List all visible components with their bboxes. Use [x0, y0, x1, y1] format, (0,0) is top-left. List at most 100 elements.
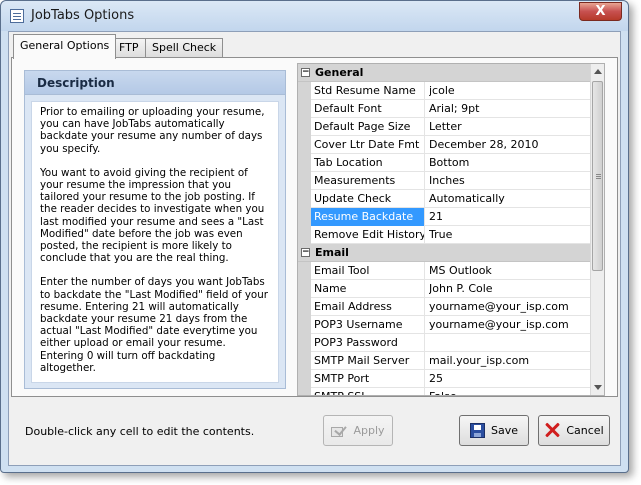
property-value[interactable]: yourname@your_isp.com [429, 298, 590, 316]
property-value[interactable]: 21 [429, 208, 590, 226]
property-value[interactable]: December 28, 2010 [429, 136, 590, 154]
row-gutter [298, 154, 311, 172]
property-value[interactable]: Bottom [429, 154, 590, 172]
property-value[interactable]: True [429, 226, 590, 244]
dialog-client: General Options FTP Spell Check Descript… [8, 31, 621, 466]
row-gutter [298, 208, 311, 226]
description-paragraph: Enter the number of days you want JobTab… [40, 276, 268, 374]
category-email[interactable]: − Email [298, 244, 604, 262]
cancel-icon [544, 422, 560, 438]
apply-button[interactable]: Apply [323, 415, 393, 446]
row-gutter [298, 118, 311, 136]
category-label: General [315, 66, 364, 79]
title-bar[interactable]: JobTabs Options X [1, 1, 628, 31]
collapse-icon[interactable]: − [301, 68, 310, 77]
property-row[interactable]: Default Font Arial; 9pt [298, 100, 604, 118]
property-name: Measurements [311, 172, 425, 190]
general-options-page: Description Prior to emailing or uploadi… [11, 57, 618, 397]
row-gutter [298, 280, 311, 298]
property-row[interactable]: Name John P. Cole [298, 280, 604, 298]
property-row[interactable]: POP3 Password [298, 334, 604, 352]
tab-spell-check[interactable]: Spell Check [145, 38, 224, 58]
row-gutter [298, 82, 311, 100]
property-value[interactable]: John P. Cole [429, 280, 590, 298]
property-row[interactable]: SMTP Mail Server mail.your_isp.com [298, 352, 604, 370]
property-row[interactable]: Cover Ltr Date Fmt December 28, 2010 [298, 136, 604, 154]
property-name: POP3 Password [311, 334, 425, 352]
tab-ftp[interactable]: FTP [112, 38, 146, 58]
description-paragraph: You want to avoid giving the recipient o… [40, 166, 265, 265]
scroll-down-icon[interactable] [594, 385, 602, 390]
grip-icon [596, 174, 601, 175]
property-name: Remove Edit History [311, 226, 425, 244]
property-row[interactable]: Email Address yourname@your_isp.com [298, 298, 604, 316]
property-row[interactable]: Tab Location Bottom [298, 154, 604, 172]
scroll-up-icon[interactable] [594, 69, 602, 74]
property-row[interactable]: Std Resume Name jcole [298, 82, 604, 100]
property-value[interactable]: jcole [429, 82, 590, 100]
property-row[interactable]: Email Tool MS Outlook [298, 262, 604, 280]
property-name: Email Tool [311, 262, 425, 280]
property-value[interactable]: Automatically [429, 190, 590, 208]
property-value[interactable] [429, 334, 590, 352]
tab-general-options[interactable]: General Options [13, 34, 117, 59]
property-row[interactable]: Update Check Automatically [298, 190, 604, 208]
grid-scrollbar[interactable] [590, 64, 604, 395]
property-value[interactable]: MS Outlook [429, 262, 590, 280]
property-name: Std Resume Name [311, 82, 425, 100]
save-button[interactable]: Save [459, 415, 529, 446]
property-value[interactable]: Inches [429, 172, 590, 190]
property-row[interactable]: Default Page Size Letter [298, 118, 604, 136]
options-window: JobTabs Options X General Options FTP Sp… [0, 0, 629, 473]
property-row[interactable]: SMTP SSL False [298, 388, 604, 395]
property-value[interactable]: 25 [429, 370, 590, 388]
row-gutter [298, 226, 311, 244]
row-gutter [298, 136, 311, 154]
row-gutter [298, 316, 311, 334]
property-name: SMTP Port [311, 370, 425, 388]
description-header: Description [25, 71, 285, 95]
row-gutter [298, 334, 311, 352]
collapse-icon[interactable]: − [301, 248, 310, 257]
description-panel: Description Prior to emailing or uploadi… [24, 70, 286, 389]
apply-label: Apply [353, 424, 385, 437]
row-gutter [298, 370, 311, 388]
property-row[interactable]: Measurements Inches [298, 172, 604, 190]
property-row[interactable]: POP3 Username yourname@your_isp.com [298, 316, 604, 334]
apply-icon [331, 424, 347, 437]
cancel-label: Cancel [566, 424, 604, 437]
property-value[interactable]: mail.your_isp.com [429, 352, 590, 370]
property-name: Name [311, 280, 425, 298]
close-button[interactable]: X [579, 2, 622, 21]
row-gutter [298, 262, 311, 280]
property-name: Cover Ltr Date Fmt [311, 136, 425, 154]
property-value[interactable]: Letter [429, 118, 590, 136]
property-value[interactable]: yourname@your_isp.com [429, 316, 590, 334]
property-row[interactable]: Resume Backdate 21 [298, 208, 604, 226]
row-gutter [298, 352, 311, 370]
save-icon [469, 422, 485, 438]
scroll-thumb[interactable] [592, 81, 603, 271]
property-name: SMTP SSL [311, 388, 425, 395]
category-general[interactable]: − General [298, 64, 604, 82]
property-name: SMTP Mail Server [311, 352, 425, 370]
edit-hint: Double-click any cell to edit the conten… [25, 425, 255, 438]
property-row[interactable]: Remove Edit History True [298, 226, 604, 244]
property-grid[interactable]: − General Std Resume Name jcole Default Font… [297, 63, 605, 396]
property-name: Default Font [311, 100, 425, 118]
property-name: POP3 Username [311, 316, 425, 334]
row-gutter [298, 190, 311, 208]
row-gutter [298, 100, 311, 118]
property-name: Tab Location [311, 154, 425, 172]
property-value[interactable]: False [429, 388, 590, 395]
cancel-button[interactable]: Cancel [538, 415, 610, 446]
window-title: JobTabs Options [31, 8, 135, 23]
property-name: Resume Backdate [311, 208, 425, 226]
property-row[interactable]: SMTP Port 25 [298, 370, 604, 388]
property-grid-rows: − General Std Resume Name jcole Default Font… [298, 64, 604, 395]
row-gutter [298, 298, 311, 316]
property-value[interactable]: Arial; 9pt [429, 100, 590, 118]
property-name: Update Check [311, 190, 425, 208]
save-label: Save [490, 424, 518, 437]
description-paragraph: Prior to emailing or uploading your resu… [40, 106, 265, 155]
